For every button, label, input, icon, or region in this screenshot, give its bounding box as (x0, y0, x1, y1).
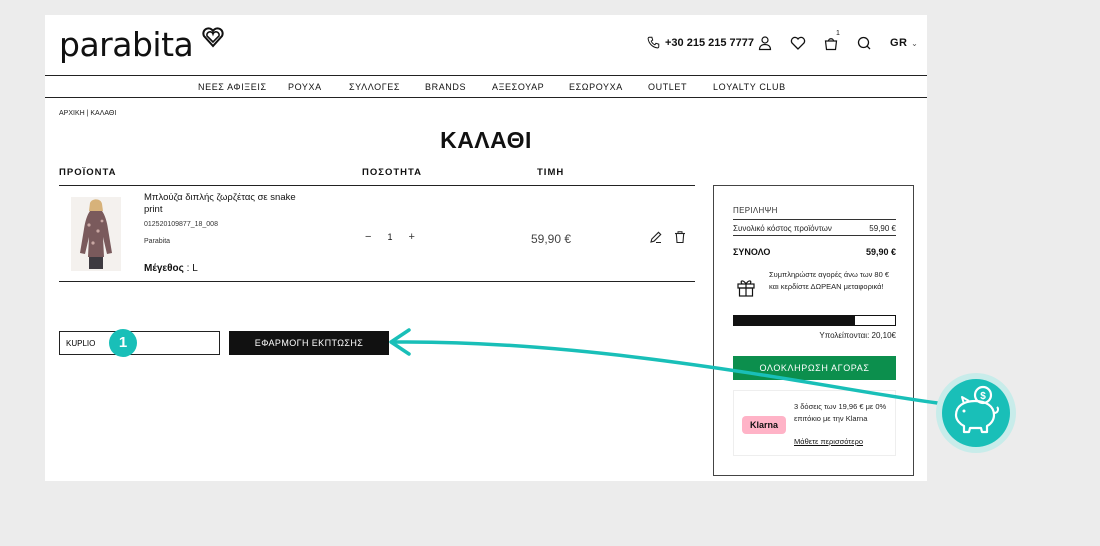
subtotal-value: 59,90 € (869, 224, 896, 233)
nav-item-loyalty-club[interactable]: LOYALTY CLUB (713, 82, 786, 92)
column-header-quantity: ΠΟΣΟΤΗΤΑ (362, 167, 422, 178)
klarna-installments-text: 3 δόσεις των 19,96 € με 0% επιτόκιο με τ… (794, 402, 887, 423)
coupon-input[interactable] (59, 331, 220, 355)
product-name-link[interactable]: Μπλούζα διπλής ζωρζέτας σε snake print (144, 192, 314, 216)
gift-icon (737, 280, 755, 297)
search-icon[interactable] (856, 35, 872, 51)
phone-link[interactable]: +30 215 215 7777 (647, 36, 754, 49)
phone-number: +30 215 215 7777 (665, 36, 755, 49)
product-sku: 012520109877_18_008 (144, 221, 218, 228)
total-row: ΣΥΝΟΛΟ 59,90 € (733, 247, 896, 257)
klarna-learn-more-link[interactable]: Μάθετε περισσότερο (794, 437, 863, 446)
wishlist-heart-icon[interactable] (790, 35, 806, 51)
column-header-price: ΤΙΜΗ (537, 167, 565, 178)
summary-divider (733, 219, 896, 220)
edit-pencil-icon[interactable] (649, 230, 663, 244)
main-nav: ΝΕΕΣ ΑΦΙΞΕΙΣ ΡΟΥΧΑ ΣΥΛΛΟΓΕΣ BRANDS ΑΞΕΣΟ… (45, 75, 927, 98)
chevron-down-icon: ⌄ (911, 39, 919, 48)
cart-bag-icon[interactable] (823, 35, 839, 51)
progress-fill (734, 316, 855, 325)
nav-item-clothing[interactable]: ΡΟΥΧΑ (288, 82, 322, 92)
size-value: : L (186, 263, 198, 274)
phone-icon (647, 36, 660, 49)
cart-page: parabita +30 215 215 7777 1 GR ⌄ ΝΕΕΣ ΑΦ… (45, 15, 927, 481)
language-selector[interactable]: GR ⌄ (890, 37, 918, 49)
free-shipping-progress (733, 315, 896, 326)
free-shipping-message: Συμπληρώστε αγορές άνω των 80 € και κερδ… (769, 270, 890, 291)
order-summary-panel: ΠΕΡΙΛΗΨΗ Συνολικό κόστος προϊόντων 59,90… (713, 185, 914, 476)
klarna-box: Klarna 3 δόσεις των 19,96 € με 0% επιτόκ… (733, 390, 896, 456)
product-image[interactable] (71, 197, 121, 271)
parabita-logo[interactable]: parabita (59, 25, 194, 64)
nav-item-outlet[interactable]: OUTLET (648, 82, 687, 92)
qty-decrease-button[interactable]: − (365, 231, 371, 243)
product-price: 59,90 € (531, 232, 572, 246)
piggy-bank-icon: $ (954, 385, 999, 434)
nav-item-brands[interactable]: BRANDS (425, 82, 466, 92)
trash-icon[interactable] (673, 230, 687, 244)
nav-item-accessories[interactable]: ΑΞΕΣΟΥΑΡ (492, 82, 544, 92)
user-icon[interactable] (757, 35, 773, 51)
step-number-badge: 1 (109, 329, 137, 357)
total-value: 59,90 € (865, 247, 896, 257)
qty-value: 1 (387, 232, 393, 242)
apply-discount-button[interactable]: ΕΦΑΡΜΟΓΗ ΕΚΠΤΩΣΗΣ (229, 331, 389, 355)
product-size: Μέγεθος : L (144, 263, 198, 274)
checkout-button[interactable]: ΟΛΟΚΛΗΡΩΣΗ ΑΓΟΡΑΣ (733, 356, 896, 380)
total-label: ΣΥΝΟΛΟ (733, 247, 771, 257)
piggy-bank-badge: $ (942, 379, 1010, 447)
nav-item-collections[interactable]: ΣΥΛΛΟΓΕΣ (349, 82, 400, 92)
remaining-amount: Υπολείπονται: 20,10€ (819, 331, 896, 340)
klarna-logo: Klarna (742, 416, 786, 434)
quantity-stepper: − 1 + (365, 231, 415, 243)
subtotal-label: Συνολικό κόστος προϊόντων (733, 224, 832, 233)
subtotal-row: Συνολικό κόστος προϊόντων 59,90 € (733, 224, 896, 233)
column-header-products: ΠΡΟΪΟΝΤΑ (59, 167, 117, 178)
language-label: GR (890, 37, 908, 49)
page-title: ΚΑΛΑΘΙ (440, 127, 532, 153)
product-brand: Parabita (144, 238, 171, 245)
summary-heading: ΠΕΡΙΛΗΨΗ (733, 206, 778, 215)
coin-symbol: $ (980, 391, 986, 402)
size-label: Μέγεθος (144, 263, 184, 274)
table-top-divider (59, 185, 695, 186)
table-bottom-divider (59, 281, 695, 282)
summary-divider (733, 235, 896, 236)
breadcrumb[interactable]: ΑΡΧΙΚΗ | ΚΑΛΑΘΙ (59, 110, 116, 117)
heart-logo-icon (202, 27, 224, 48)
nav-item-new-arrivals[interactable]: ΝΕΕΣ ΑΦΙΞΕΙΣ (198, 82, 267, 92)
nav-item-underwear[interactable]: ΕΣΩΡΟΥΧΑ (569, 82, 623, 92)
cart-count-badge: 1 (836, 30, 840, 37)
qty-increase-button[interactable]: + (408, 231, 414, 243)
